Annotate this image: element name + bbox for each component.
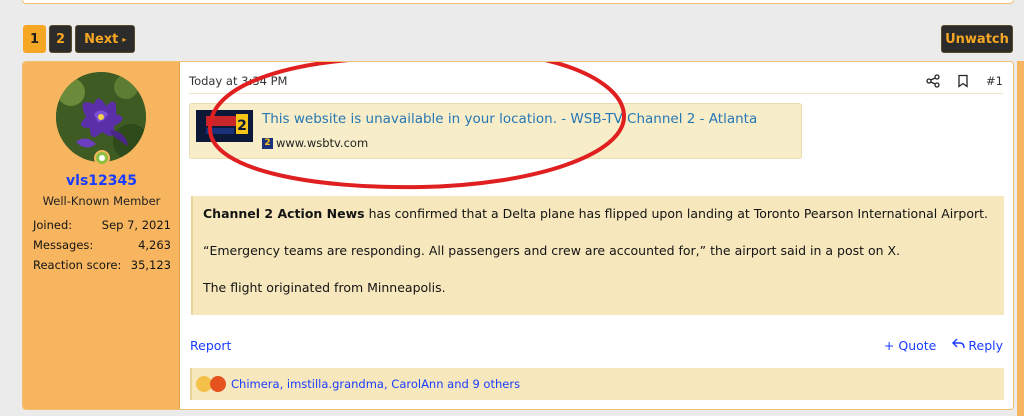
link-preview-thumbnail: 2 [196,110,253,142]
reply-icon [952,338,966,353]
next-column-edge [1017,61,1024,416]
stat-row-reaction-score: Reaction score: 35,123 [33,255,171,275]
unwatch-button[interactable]: Unwatch [941,25,1013,53]
avatar[interactable] [56,72,146,162]
quote-paragraph-3: The flight originated from Minneapolis. [203,280,446,295]
reactions-bar[interactable]: Chimera, imstilla.grandma, CarolAnn and … [190,368,1004,400]
username[interactable]: vls12345 [23,173,180,189]
link-preview-domain-text: www.wsbtv.com [276,136,369,150]
stat-row-joined: Joined: Sep 7, 2021 [33,215,171,235]
post: vls12345 Well-Known Member Joined: Sep 7… [22,61,1014,410]
reply-label: Reply [968,338,1003,353]
user-sidebar: vls12345 Well-Known Member Joined: Sep 7… [23,62,180,409]
user-stats: Joined: Sep 7, 2021 Messages: 4,263 Reac… [33,215,171,275]
link-preview-title[interactable]: This website is unavailable in your loca… [262,111,757,127]
stat-label: Reaction score: [33,258,122,272]
previous-post-edge [22,0,1014,4]
stat-label: Messages: [33,238,94,252]
share-icon[interactable] [926,73,940,88]
page-1-button[interactable]: 1 [23,25,47,53]
link-preview[interactable]: 2 This website is unavailable in your lo… [189,103,802,159]
pagination: 1 2 Next ▸ [23,25,136,53]
post-timestamp[interactable]: Today at 3:34 PM [189,74,287,88]
avatar-image [56,72,146,162]
report-link[interactable]: Report [190,338,231,353]
post-number[interactable]: #1 [986,74,1003,88]
link-preview-domain: 2 www.wsbtv.com [262,136,368,150]
next-page-button[interactable]: Next ▸ [75,25,136,53]
page-2-button[interactable]: 2 [49,25,73,53]
quote-button[interactable]: + Quote [884,338,936,353]
reaction-users[interactable]: Chimera, imstilla.grandma, CarolAnn and … [231,377,520,391]
stat-value: 4,263 [138,238,171,252]
post-header-actions: #1 [926,74,1003,88]
quote-text: has confirmed that a Delta plane has fli… [364,206,988,221]
chevron-right-icon: ▸ [122,34,127,44]
next-label: Next [84,31,119,47]
reply-button[interactable]: Reply [952,338,1003,353]
online-status-icon [94,150,110,166]
bookmark-icon[interactable] [956,74,970,88]
stat-row-messages: Messages: 4,263 [33,235,171,255]
post-header: Today at 3:34 PM #1 [189,68,1003,94]
post-actions: + Quote Reply [884,338,1003,353]
stat-label: Joined: [33,218,73,232]
quoted-article: Channel 2 Action News has confirmed that… [191,196,1004,315]
stat-value: 35,123 [130,258,171,272]
thumb-number: 2 [237,118,247,134]
quote-paragraph-2: “Emergency teams are responding. All pas… [203,243,901,258]
post-main: Today at 3:34 PM #1 2 This website is un… [181,62,1013,409]
user-title: Well-Known Member [42,194,161,208]
angry-reaction-icon [210,376,226,392]
stat-value: Sep 7, 2021 [101,218,171,232]
quote-source: Channel 2 Action News [203,206,365,221]
quote-paragraph-1: Channel 2 Action News has confirmed that… [203,206,994,222]
site-favicon-icon: 2 [262,137,273,149]
